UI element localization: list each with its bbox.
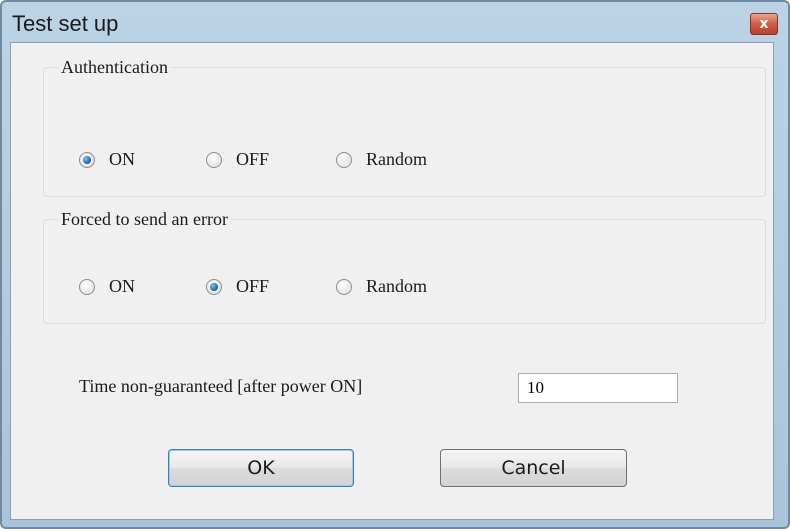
ok-button-label: OK xyxy=(247,457,275,479)
error-random-option[interactable]: Random xyxy=(336,276,427,297)
error-on-option[interactable]: ON xyxy=(79,276,135,297)
auth-off-label: OFF xyxy=(236,149,270,169)
close-icon: x xyxy=(759,16,769,32)
error-off-option[interactable]: OFF xyxy=(206,276,269,297)
window-title: Test set up xyxy=(12,11,119,36)
forced-error-group: Forced to send an error xyxy=(43,209,766,324)
ok-button[interactable]: OK xyxy=(168,449,354,487)
authentication-group: Authentication xyxy=(43,57,766,197)
dialog-body: Authentication ON OFF Random Forced to s… xyxy=(10,42,774,520)
auth-off-radio[interactable] xyxy=(206,151,222,168)
cancel-button-label: Cancel xyxy=(501,457,566,479)
auth-random-radio[interactable] xyxy=(336,151,352,168)
error-off-radio[interactable] xyxy=(206,278,222,295)
title-bar[interactable]: Test set up x xyxy=(2,2,788,42)
forced-error-legend: Forced to send an error xyxy=(61,209,228,229)
auth-off-option[interactable]: OFF xyxy=(206,149,269,170)
auth-random-option[interactable]: Random xyxy=(336,149,427,170)
error-random-radio[interactable] xyxy=(336,278,352,295)
error-off-label: OFF xyxy=(236,276,270,296)
time-non-guaranteed-label: Time non-guaranteed [after power ON] xyxy=(79,376,363,396)
auth-on-radio[interactable] xyxy=(79,151,95,168)
error-random-label: Random xyxy=(366,276,427,296)
close-button[interactable]: x xyxy=(750,13,778,35)
error-on-label: ON xyxy=(109,276,135,296)
auth-on-option[interactable]: ON xyxy=(79,149,135,170)
auth-on-label: ON xyxy=(109,149,135,169)
test-setup-dialog: Test set up x Authentication ON OFF Rand… xyxy=(0,0,790,529)
auth-random-label: Random xyxy=(366,149,427,169)
error-on-radio[interactable] xyxy=(79,278,95,295)
cancel-button[interactable]: Cancel xyxy=(440,449,627,487)
authentication-legend: Authentication xyxy=(61,57,168,77)
time-non-guaranteed-input[interactable] xyxy=(518,373,678,403)
